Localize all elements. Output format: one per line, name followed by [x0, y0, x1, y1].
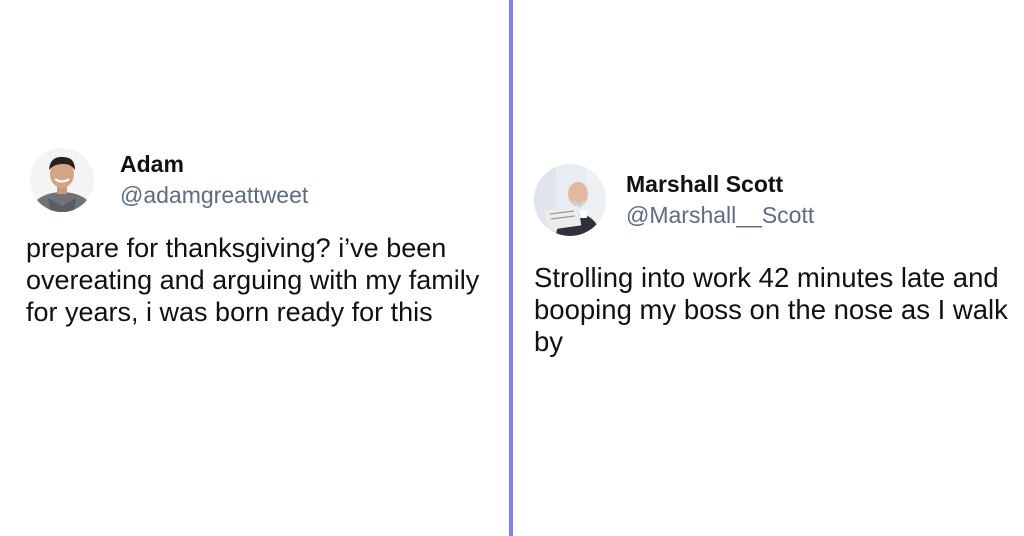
user-handle[interactable]: @adamgreattweet: [120, 179, 308, 211]
avatar-image: [534, 164, 606, 236]
display-name[interactable]: Adam: [120, 149, 308, 179]
display-name[interactable]: Marshall Scott: [626, 169, 814, 199]
tweet-text: Strolling into work 42 minutes late and …: [534, 262, 1008, 357]
avatar[interactable]: [534, 164, 606, 236]
avatar[interactable]: [30, 148, 94, 212]
tweet-card-adam: Adam @adamgreattweet prepare for thanksg…: [26, 148, 496, 328]
divider: [509, 0, 513, 536]
tweet-card-marshall-scott: Marshall Scott @Marshall__Scott Strollin…: [534, 164, 1014, 358]
user-handle[interactable]: @Marshall__Scott: [626, 199, 814, 231]
tweet-names: Adam @adamgreattweet: [120, 149, 308, 211]
tweet-header: Marshall Scott @Marshall__Scott: [534, 164, 1014, 236]
avatar-image: [30, 148, 94, 212]
tweet-text: prepare for thanksgiving? i’ve been over…: [26, 233, 480, 327]
tweet-header: Adam @adamgreattweet: [26, 148, 496, 212]
tweet-names: Marshall Scott @Marshall__Scott: [626, 169, 814, 231]
